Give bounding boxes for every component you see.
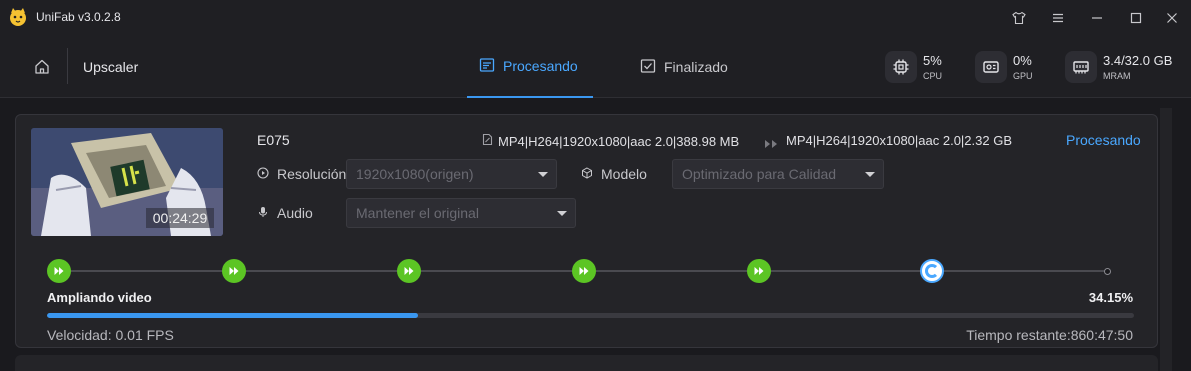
gpu-label: GPU xyxy=(1013,70,1033,81)
spinner-icon xyxy=(925,264,939,278)
model-label: Modelo xyxy=(581,166,647,182)
title-bar: UniFab v3.0.2.8 xyxy=(0,0,1191,36)
app-title: UniFab v3.0.2.8 xyxy=(36,10,121,24)
cpu-icon xyxy=(885,51,917,83)
tab-processing[interactable]: Procesando xyxy=(467,36,593,98)
fast-forward-icon xyxy=(579,267,589,275)
mram-stat: 3.4/32.0 GB MRAM xyxy=(1065,50,1172,84)
cube-icon xyxy=(581,166,601,182)
step-completed xyxy=(47,259,71,283)
list-icon xyxy=(479,57,503,76)
output-info: MP4|H264|1920x1080|aac 2.0|2.32 GB xyxy=(786,133,1012,148)
step-completed xyxy=(397,259,421,283)
mram-value: 3.4/32.0 GB xyxy=(1103,52,1173,68)
header-divider xyxy=(67,48,68,84)
progress-bar-fill xyxy=(47,313,419,318)
video-duration: 00:24:29 xyxy=(146,208,214,228)
step-current xyxy=(920,259,944,283)
play-circle-icon xyxy=(257,166,277,182)
maximize-icon[interactable] xyxy=(1125,7,1147,29)
checkbox-icon xyxy=(640,58,664,77)
fast-forward-icon xyxy=(754,267,764,275)
tshirt-icon[interactable] xyxy=(1008,7,1030,29)
chevron-down-icon xyxy=(865,172,875,177)
file-name: E075 xyxy=(257,132,290,148)
minimize-icon[interactable] xyxy=(1086,7,1108,29)
remaining-time: Tiempo restante:860:47:50 xyxy=(966,327,1133,343)
resolution-label: Resolución xyxy=(257,166,346,182)
source-info: MP4|H264|1920x1080|aac 2.0|388.98 MB xyxy=(481,133,739,149)
cpu-value: 5% xyxy=(923,52,942,68)
fast-forward-icon xyxy=(404,267,414,275)
resolution-select[interactable]: 1920x1080(origen) xyxy=(346,159,557,189)
model-value: Optimizado para Calidad xyxy=(682,166,837,182)
tab-finished-label: Finalizado xyxy=(664,59,728,75)
gpu-icon xyxy=(975,51,1007,83)
resolution-label-text: Resolución xyxy=(277,166,347,182)
microphone-icon xyxy=(257,205,277,221)
progress-bar xyxy=(47,313,1134,318)
next-task-card xyxy=(15,355,1158,371)
tab-processing-label: Procesando xyxy=(503,58,578,74)
model-select[interactable]: Optimizado para Calidad xyxy=(672,159,884,189)
step-final xyxy=(1104,268,1111,275)
step-completed xyxy=(572,259,596,283)
cpu-stat: 5% CPU xyxy=(885,50,942,84)
fast-forward-icon xyxy=(229,267,239,275)
app-logo-icon xyxy=(8,7,28,27)
cpu-label: CPU xyxy=(923,70,943,81)
file-icon xyxy=(481,133,498,149)
breadcrumb: Upscaler xyxy=(83,59,139,75)
speed-text: Velocidad: 0.01 FPS xyxy=(47,327,174,343)
audio-label-text: Audio xyxy=(277,205,313,221)
progress-percent: 34.15% xyxy=(1088,290,1133,305)
gpu-stat: 0% GPU xyxy=(975,50,1033,84)
scrollbar[interactable] xyxy=(1160,108,1172,371)
memory-icon xyxy=(1065,51,1097,83)
arrow-right-icon xyxy=(764,136,780,148)
close-icon[interactable] xyxy=(1161,7,1183,29)
step-completed xyxy=(747,259,771,283)
audio-label: Audio xyxy=(257,205,313,221)
tab-finished[interactable]: Finalizado xyxy=(640,36,728,98)
gpu-value: 0% xyxy=(1013,52,1032,68)
home-icon[interactable] xyxy=(32,57,52,77)
audio-value: Mantener el original xyxy=(356,205,479,221)
menu-icon[interactable] xyxy=(1047,7,1069,29)
header: Upscaler Procesando Finalizado 5% CPU 0%… xyxy=(0,36,1191,98)
fast-forward-icon xyxy=(54,267,64,275)
resolution-value: 1920x1080(origen) xyxy=(356,166,474,182)
model-label-text: Modelo xyxy=(601,166,647,182)
phase-label: Ampliando video xyxy=(47,290,152,305)
chevron-down-icon xyxy=(538,172,548,177)
chevron-down-icon xyxy=(557,211,567,216)
task-status: Procesando xyxy=(1066,132,1141,148)
step-completed xyxy=(222,259,246,283)
audio-select[interactable]: Mantener el original xyxy=(346,198,576,228)
source-info-text: MP4|H264|1920x1080|aac 2.0|388.98 MB xyxy=(498,133,740,149)
mram-label: MRAM xyxy=(1103,70,1131,81)
